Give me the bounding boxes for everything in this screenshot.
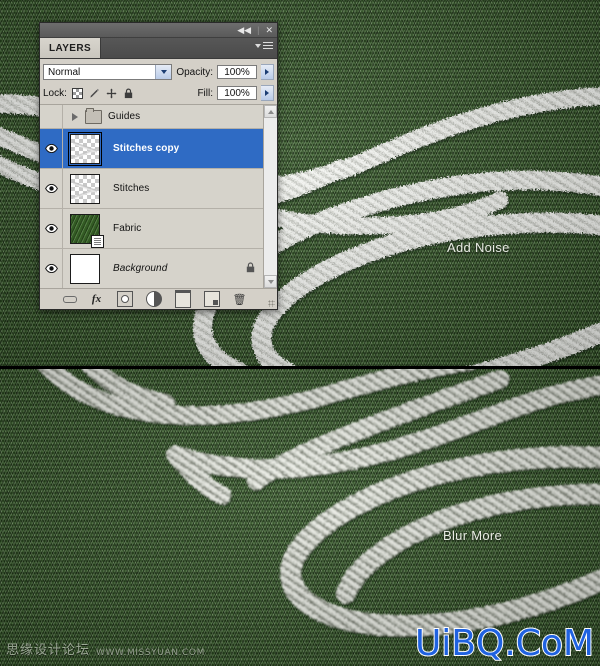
link-layers-icon[interactable] (63, 292, 77, 306)
close-icon[interactable]: ✕ (265, 25, 273, 35)
lock-position-icon[interactable] (106, 87, 117, 99)
layer-name-fabric[interactable]: Fabric (107, 223, 141, 234)
layer-thumbnail-cell-fabric[interactable] (63, 213, 107, 248)
locked-badge (246, 260, 255, 278)
layer-name-stitches[interactable]: Stitches (107, 183, 149, 194)
tab-bar-filler (101, 38, 277, 58)
scroll-down-icon[interactable] (264, 275, 277, 288)
panel-menu-icon[interactable] (255, 42, 273, 49)
layer-row-background[interactable]: Background (40, 249, 277, 288)
chevron-right-icon[interactable] (72, 112, 78, 121)
folder-icon (85, 107, 102, 124)
layer-list[interactable]: Guides Stitches copy Stitches Fabric Bac… (40, 105, 277, 289)
visibility-toggle-fabric[interactable] (40, 209, 63, 248)
lock-all-icon[interactable] (123, 88, 134, 99)
eye-icon (44, 184, 58, 193)
fill-label: Fill: (197, 87, 213, 99)
panel-tab-bar[interactable]: LAYERS (40, 38, 277, 59)
delete-layer-icon[interactable]: 🗑 (233, 292, 247, 306)
visibility-toggle-guides[interactable] (40, 105, 63, 128)
lock-label: Lock: (43, 87, 67, 99)
layers-panel-footer[interactable]: fx 🗑 (40, 289, 277, 309)
layer-row-fabric[interactable]: Fabric (40, 209, 277, 249)
layer-thumbnail-fabric[interactable] (70, 213, 104, 248)
new-group-icon[interactable] (174, 290, 191, 308)
watermark-missyuan: 思缘设计论坛 WWW.MISSYUAN.COM (6, 639, 205, 658)
watermark-cn-text: 思缘设计论坛 (6, 643, 91, 658)
adjustment-layer-icon[interactable] (145, 291, 162, 307)
lock-icon (246, 261, 255, 272)
screenshot-stage: Add Noise Blur More 思缘设计论坛 WWW.MISSYUAN.… (0, 0, 600, 666)
layer-thumbnail-cell-stitches[interactable] (63, 173, 107, 204)
scroll-up-icon[interactable] (264, 105, 277, 118)
layer-list-scrollbar[interactable] (263, 105, 277, 288)
caption-blur-more: Blur More (443, 528, 503, 543)
layer-style-fx-icon[interactable]: fx (90, 292, 104, 306)
watermark-url-text: WWW.MISSYUAN.COM (96, 648, 205, 658)
layer-thumbnail-stitches[interactable] (70, 173, 100, 204)
visibility-toggle-background[interactable] (40, 249, 63, 288)
layer-mask-icon[interactable] (116, 291, 133, 307)
lock-icon-group[interactable] (71, 87, 134, 99)
eye-icon (44, 224, 58, 233)
fill-input[interactable]: 100% (217, 86, 257, 100)
layer-thumbnail-cell-stitches-copy[interactable] (63, 131, 107, 166)
menu-triangle-icon (255, 43, 261, 48)
new-layer-icon[interactable] (203, 291, 220, 307)
fabric-vignette-bottom (0, 369, 600, 666)
layer-row-guides[interactable]: Guides (40, 105, 277, 129)
menu-lines-icon (263, 42, 273, 49)
tab-layers[interactable]: LAYERS (40, 38, 102, 58)
eye-icon (44, 144, 58, 153)
layer-name-stitches-copy[interactable]: Stitches copy (107, 143, 179, 154)
tab-layers-label: LAYERS (49, 42, 92, 54)
layer-row-stitches-copy[interactable]: Stitches copy (40, 129, 277, 169)
watermark-uibq: UiBQ.CoM (414, 623, 595, 664)
panel-body: Normal Opacity: 100% Lock: Fill: 100% Gu… (40, 59, 277, 309)
collapse-to-icons-icon[interactable]: ◀◀ (237, 25, 251, 35)
fill-controls[interactable]: Fill: 100% (197, 85, 274, 101)
blend-mode-select[interactable]: Normal (43, 64, 173, 80)
layer-thumbnail-background[interactable] (70, 253, 100, 284)
eye-icon (44, 264, 58, 273)
section-divider (0, 366, 600, 369)
chevron-down-icon[interactable] (155, 65, 172, 79)
layer-thumbnail-cell-background[interactable] (63, 253, 107, 284)
layer-thumbnail-stitches-copy[interactable] (68, 131, 102, 166)
blend-mode-value: Normal (48, 66, 81, 78)
lock-transparency-icon[interactable] (71, 87, 83, 99)
layer-name-guides[interactable]: Guides (102, 111, 140, 122)
titlebar-separator: | (257, 25, 260, 35)
opacity-input[interactable]: 100% (217, 65, 257, 79)
visibility-toggle-stitches-copy[interactable] (40, 129, 63, 168)
panel-titlebar[interactable]: ◀◀ | ✕ (40, 23, 277, 38)
caption-add-noise: Add Noise (447, 240, 510, 255)
lock-row[interactable]: Lock: Fill: 100% (40, 84, 277, 105)
fabric-canvas-bottom (0, 369, 600, 666)
opacity-label: Opacity: (176, 66, 213, 78)
lock-image-pixels-icon[interactable] (89, 88, 100, 99)
fill-stepper-icon[interactable] (261, 85, 274, 101)
layer-name-background[interactable]: Background (107, 263, 167, 274)
opacity-stepper-icon[interactable] (261, 64, 274, 80)
pattern-fill-badge-icon (91, 234, 104, 248)
blend-mode-row[interactable]: Normal Opacity: 100% (40, 59, 277, 84)
panel-resize-grip[interactable] (268, 300, 275, 307)
visibility-toggle-stitches[interactable] (40, 169, 63, 208)
layers-panel[interactable]: ◀◀ | ✕ LAYERS Normal Opacity: 100% Lock:… (39, 22, 278, 310)
layer-row-stitches[interactable]: Stitches (40, 169, 277, 209)
